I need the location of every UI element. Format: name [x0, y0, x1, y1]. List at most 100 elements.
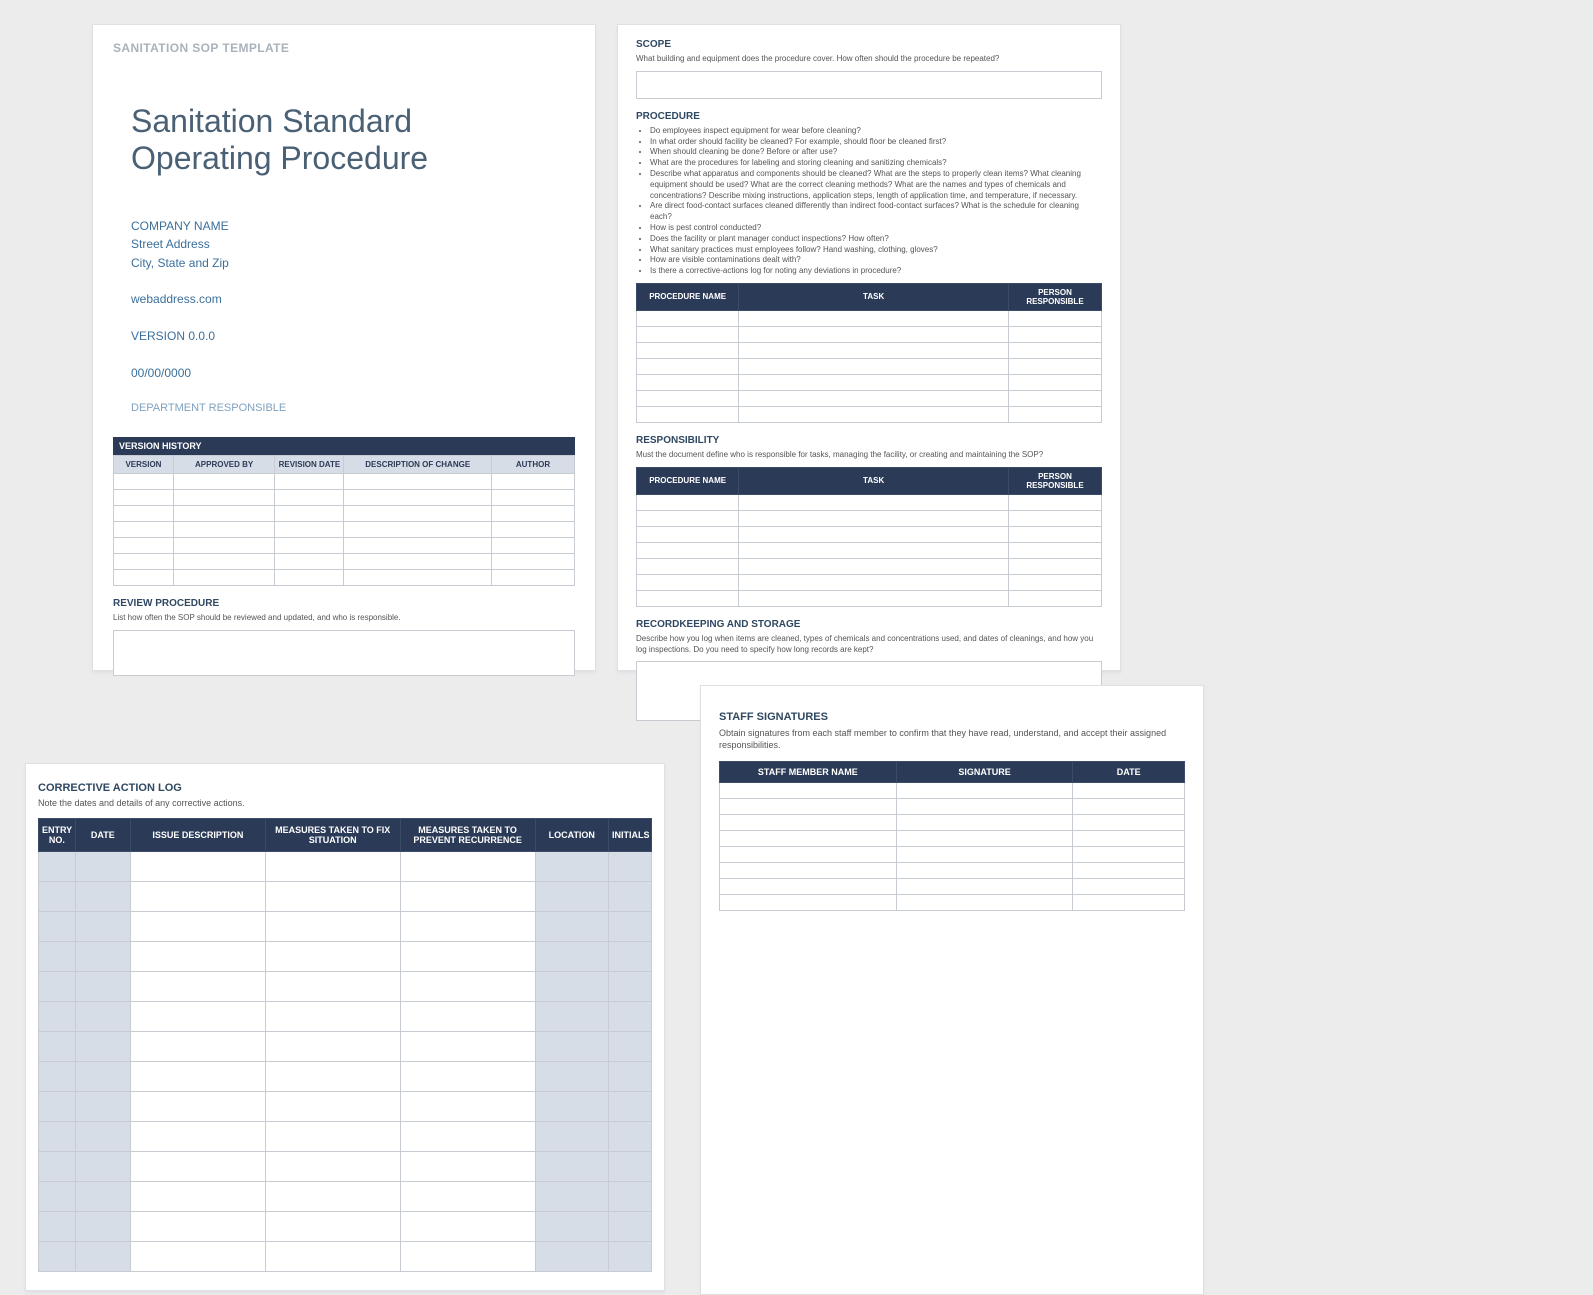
procedure-table: PROCEDURE NAME TASK PERSON RESPONSIBLE [636, 283, 1102, 423]
table-row[interactable] [39, 1032, 652, 1062]
sig-col-date: DATE [1073, 762, 1185, 783]
table-row[interactable] [114, 506, 575, 522]
scope-heading: SCOPE [636, 39, 1102, 50]
table-row[interactable] [114, 474, 575, 490]
review-heading: REVIEW PROCEDURE [113, 598, 575, 609]
table-row[interactable] [637, 590, 1102, 606]
table-row[interactable] [39, 1152, 652, 1182]
table-row[interactable] [637, 526, 1102, 542]
table-row[interactable] [114, 538, 575, 554]
vh-col-revdate: REVISION DATE [275, 456, 344, 474]
signatures-heading: STAFF SIGNATURES [719, 711, 1185, 723]
table-row[interactable] [720, 815, 1185, 831]
table-row[interactable] [637, 406, 1102, 422]
table-row[interactable] [637, 558, 1102, 574]
pt-col-task: TASK [739, 283, 1009, 310]
procedure-bullets: Do employees inspect equipment for wear … [650, 126, 1102, 277]
responsibility-heading: RESPONSIBILITY [636, 435, 1102, 446]
ca-col-date: DATE [75, 819, 130, 852]
document-title: Sanitation Standard Operating Procedure [131, 103, 575, 177]
vh-col-version: VERSION [114, 456, 174, 474]
ca-col-issue: ISSUE DESCRIPTION [130, 819, 265, 852]
review-desc: List how often the SOP should be reviewe… [113, 613, 575, 624]
table-row[interactable] [39, 1092, 652, 1122]
table-row[interactable] [637, 390, 1102, 406]
responsibility-table: PROCEDURE NAME TASK PERSON RESPONSIBLE [636, 467, 1102, 607]
procedure-heading: PROCEDURE [636, 111, 1102, 122]
page-signatures: STAFF SIGNATURES Obtain signatures from … [700, 685, 1204, 1295]
version-history-table: VERSION APPROVED BY REVISION DATE DESCRI… [113, 455, 575, 586]
table-row[interactable] [39, 1242, 652, 1272]
table-row[interactable] [637, 510, 1102, 526]
company-city: City, State and Zip [131, 254, 575, 273]
date-text: 00/00/0000 [131, 364, 575, 383]
corrective-table: ENTRY NO. DATE ISSUE DESCRIPTION MEASURE… [38, 818, 652, 1272]
list-item: In what order should facility be cleaned… [650, 137, 1102, 148]
pt-col-name: PROCEDURE NAME [637, 283, 739, 310]
list-item: Describe what apparatus and components s… [650, 169, 1102, 201]
table-row[interactable] [720, 879, 1185, 895]
list-item: Are direct food-contact surfaces cleaned… [650, 201, 1102, 223]
signatures-desc: Obtain signatures from each staff member… [719, 727, 1185, 751]
table-row[interactable] [39, 972, 652, 1002]
list-item: Is there a corrective-actions log for no… [650, 266, 1102, 277]
page-cover: SANITATION SOP TEMPLATE Sanitation Stand… [92, 24, 596, 671]
sig-col-signature: SIGNATURE [896, 762, 1073, 783]
table-row[interactable] [39, 852, 652, 882]
page-body: SCOPE What building and equipment does t… [617, 24, 1121, 671]
table-row[interactable] [720, 863, 1185, 879]
version-text: VERSION 0.0.0 [131, 327, 575, 346]
signatures-table: STAFF MEMBER NAME SIGNATURE DATE [719, 761, 1185, 911]
table-row[interactable] [637, 310, 1102, 326]
scope-input-box[interactable] [636, 71, 1102, 99]
list-item: How are visible contaminations dealt wit… [650, 255, 1102, 266]
table-row[interactable] [637, 494, 1102, 510]
scope-desc: What building and equipment does the pro… [636, 54, 1102, 65]
table-row[interactable] [39, 1062, 652, 1092]
review-input-box[interactable] [113, 630, 575, 676]
table-row[interactable] [637, 358, 1102, 374]
table-row[interactable] [114, 490, 575, 506]
table-row[interactable] [39, 882, 652, 912]
rt-col-person: PERSON RESPONSIBLE [1008, 467, 1101, 494]
pt-col-person: PERSON RESPONSIBLE [1008, 283, 1101, 310]
table-row[interactable] [720, 783, 1185, 799]
table-row[interactable] [637, 574, 1102, 590]
sig-col-name: STAFF MEMBER NAME [720, 762, 897, 783]
list-item: Do employees inspect equipment for wear … [650, 126, 1102, 137]
table-row[interactable] [720, 799, 1185, 815]
table-row[interactable] [39, 1002, 652, 1032]
table-row[interactable] [39, 1182, 652, 1212]
table-row[interactable] [114, 554, 575, 570]
table-row[interactable] [39, 1122, 652, 1152]
company-name: COMPANY NAME [131, 217, 575, 236]
table-row[interactable] [720, 847, 1185, 863]
table-row[interactable] [39, 912, 652, 942]
recordkeeping-heading: RECORDKEEPING AND STORAGE [636, 619, 1102, 630]
vh-col-desc: DESCRIPTION OF CHANGE [344, 456, 492, 474]
list-item: What sanitary practices must employees f… [650, 245, 1102, 256]
table-row[interactable] [39, 1212, 652, 1242]
table-row[interactable] [114, 570, 575, 586]
table-row[interactable] [637, 342, 1102, 358]
corrective-heading: CORRECTIVE ACTION LOG [38, 782, 652, 794]
table-row[interactable] [637, 326, 1102, 342]
table-row[interactable] [720, 895, 1185, 911]
company-street: Street Address [131, 235, 575, 254]
list-item: When should cleaning be done? Before or … [650, 147, 1102, 158]
table-row[interactable] [720, 831, 1185, 847]
template-header: SANITATION SOP TEMPLATE [113, 41, 575, 55]
corrective-desc: Note the dates and details of any correc… [38, 798, 652, 808]
rt-col-name: PROCEDURE NAME [637, 467, 739, 494]
ca-col-prevent: MEASURES TAKEN TO PREVENT RECURRENCE [400, 819, 535, 852]
table-row[interactable] [637, 374, 1102, 390]
table-row[interactable] [39, 942, 652, 972]
department-text: DEPARTMENT RESPONSIBLE [131, 400, 575, 417]
company-block: COMPANY NAME Street Address City, State … [131, 217, 575, 418]
ca-col-fix: MEASURES TAKEN TO FIX SITUATION [265, 819, 400, 852]
company-web: webaddress.com [131, 290, 575, 309]
list-item: Does the facility or plant manager condu… [650, 234, 1102, 245]
ca-col-entry: ENTRY NO. [39, 819, 76, 852]
table-row[interactable] [637, 542, 1102, 558]
table-row[interactable] [114, 522, 575, 538]
